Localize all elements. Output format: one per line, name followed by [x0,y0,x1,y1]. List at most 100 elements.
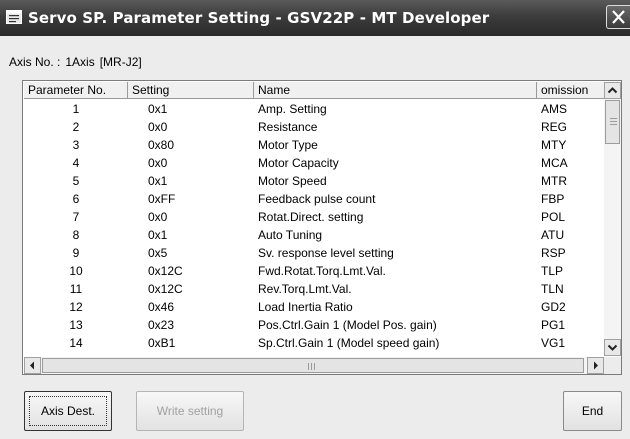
chevron-up-icon [607,87,618,94]
name-cell: Resistance [258,120,318,134]
table-row[interactable]: 4 0x0 Motor Capacity MCA [24,154,604,172]
title-bar[interactable]: Servo SP. Parameter Setting - GSV22P - M… [0,0,630,36]
column-header-omission[interactable]: omission [537,82,604,99]
column-header-parameter-no[interactable]: Parameter No. [24,82,128,99]
omission-cell: MTY [541,138,567,152]
name-cell: Motor Speed [258,174,327,188]
parameter-no-cell: 5 [72,174,80,188]
parameter-no-cell: 9 [72,246,80,260]
setting-cell: 0xFF [148,192,176,206]
table-row[interactable]: 12 0x46 Load Inertia Ratio GD2 [24,298,604,316]
chevron-down-icon [607,344,618,351]
scrollbar-corner [604,357,621,374]
parameter-no-cell: 3 [72,138,80,152]
name-cell: Fwd.Rotat.Torq.Lmt.Val. [258,264,386,278]
setting-cell: 0x46 [148,300,175,314]
name-cell: Load Inertia Ratio [258,300,353,314]
table-row[interactable]: 1 0x1 Amp. Setting AMS [24,100,604,118]
parameter-no-cell: 12 [69,300,83,314]
setting-cell: 0x1 [148,228,168,242]
omission-cell: GD2 [541,300,566,314]
table-row[interactable]: 2 0x0 Resistance REG [24,118,604,136]
omission-cell: ATU [541,228,565,242]
axis-dest-button[interactable]: Axis Dest. [24,391,112,431]
column-header-name[interactable]: Name [254,82,537,99]
table-row[interactable]: 10 0x12C Fwd.Rotat.Torq.Lmt.Val. TLP [24,262,604,280]
parameter-no-cell: 6 [72,192,80,206]
name-cell: Feedback pulse count [258,192,376,206]
chevron-left-icon [30,361,34,370]
horizontal-scrollbar[interactable] [24,357,604,374]
vertical-scrollbar[interactable] [604,82,621,356]
axis-info: Axis No. : 1Axis [MR-J2] [9,55,142,69]
setting-cell: 0x23 [148,318,175,332]
parameter-no-cell: 4 [72,156,80,170]
setting-cell: 0x5 [148,246,168,260]
scroll-left-button[interactable] [24,357,41,374]
table-row[interactable]: 3 0x80 Motor Type MTY [24,136,604,154]
omission-cell: RSP [541,246,566,260]
setting-cell: 0x80 [148,138,175,152]
vertical-scroll-thumb[interactable] [605,100,620,144]
parameter-setting-window: Servo SP. Parameter Setting - GSV22P - M… [0,0,630,439]
table-row[interactable]: 13 0x23 Pos.Ctrl.Gain 1 (Model Pos. gain) P… [24,316,604,334]
horizontal-scroll-thumb[interactable] [42,358,584,373]
name-cell: Sv. response level setting [258,246,394,260]
axis-value: 1Axis [65,55,95,69]
omission-cell: FBP [541,192,565,206]
parameter-no-cell: 2 [72,120,80,134]
parameter-rows: 1 0x1 Amp. Setting AMS 2 0x0 Resistance REG 3 0x8… [24,100,604,356]
axis-label: Axis No. : [9,55,61,69]
omission-cell: REG [541,120,568,134]
table-row[interactable]: 8 0x1 Auto Tuning ATU [24,226,604,244]
table-row[interactable]: 9 0x5 Sv. response level setting RSP [24,244,604,262]
omission-cell: MCA [541,156,568,170]
table-row[interactable]: 11 0x12C Rev.Torq.Lmt.Val. TLN [24,280,604,298]
column-header-setting[interactable]: Setting [128,82,254,99]
table-row[interactable]: 6 0xFF Feedback pulse count FBP [24,190,604,208]
end-label: End [581,404,604,418]
column-headers: Parameter No. Setting Name omission [24,82,622,100]
omission-cell: PG1 [541,318,566,332]
scroll-down-button[interactable] [604,339,621,356]
setting-cell: 0x0 [148,156,168,170]
write-setting-label: Write setting [156,404,224,418]
setting-cell: 0x12C [148,282,183,296]
name-cell: Amp. Setting [258,102,327,116]
setting-cell: 0x12C [148,264,183,278]
setting-cell: 0xB1 [148,336,176,350]
window-title: Servo SP. Parameter Setting - GSV22P - M… [28,9,490,27]
parameter-no-cell: 11 [69,282,83,296]
omission-cell: AMS [541,102,568,116]
setting-cell: 0x1 [148,102,168,116]
close-button[interactable] [606,5,630,29]
chevron-right-icon [594,361,598,370]
setting-cell: 0x1 [148,174,168,188]
name-cell: Rev.Torq.Lmt.Val. [258,282,352,296]
name-cell: Motor Capacity [258,156,339,170]
parameter-no-cell: 1 [72,102,80,116]
parameter-no-cell: 13 [69,318,83,332]
close-icon [612,10,625,24]
table-row[interactable]: 14 0xB1 Sp.Ctrl.Gain 1 (Model speed gain) V… [24,334,604,352]
window-app-icon [6,10,22,24]
parameter-no-cell: 10 [69,264,83,278]
omission-cell: VG1 [541,336,566,350]
amp-model: [MR-J2] [99,55,142,69]
setting-cell: 0x0 [148,120,168,134]
name-cell: Motor Type [258,138,318,152]
scroll-right-button[interactable] [587,357,604,374]
parameter-no-cell: 7 [72,210,80,224]
setting-cell: 0x0 [148,210,168,224]
write-setting-button[interactable]: Write setting [136,391,244,431]
omission-cell: MTR [541,174,567,188]
parameter-no-cell: 8 [72,228,80,242]
parameter-list[interactable]: Parameter No. Setting Name omission 1 0x1… [22,80,622,375]
table-row[interactable]: 5 0x1 Motor Speed MTR [24,172,604,190]
end-button[interactable]: End [563,391,622,431]
parameter-no-cell: 14 [69,336,83,350]
omission-cell: POL [541,210,566,224]
name-cell: Sp.Ctrl.Gain 1 (Model speed gain) [258,336,440,350]
table-row[interactable]: 7 0x0 Rotat.Direct. setting POL [24,208,604,226]
scroll-up-button[interactable] [604,82,621,99]
